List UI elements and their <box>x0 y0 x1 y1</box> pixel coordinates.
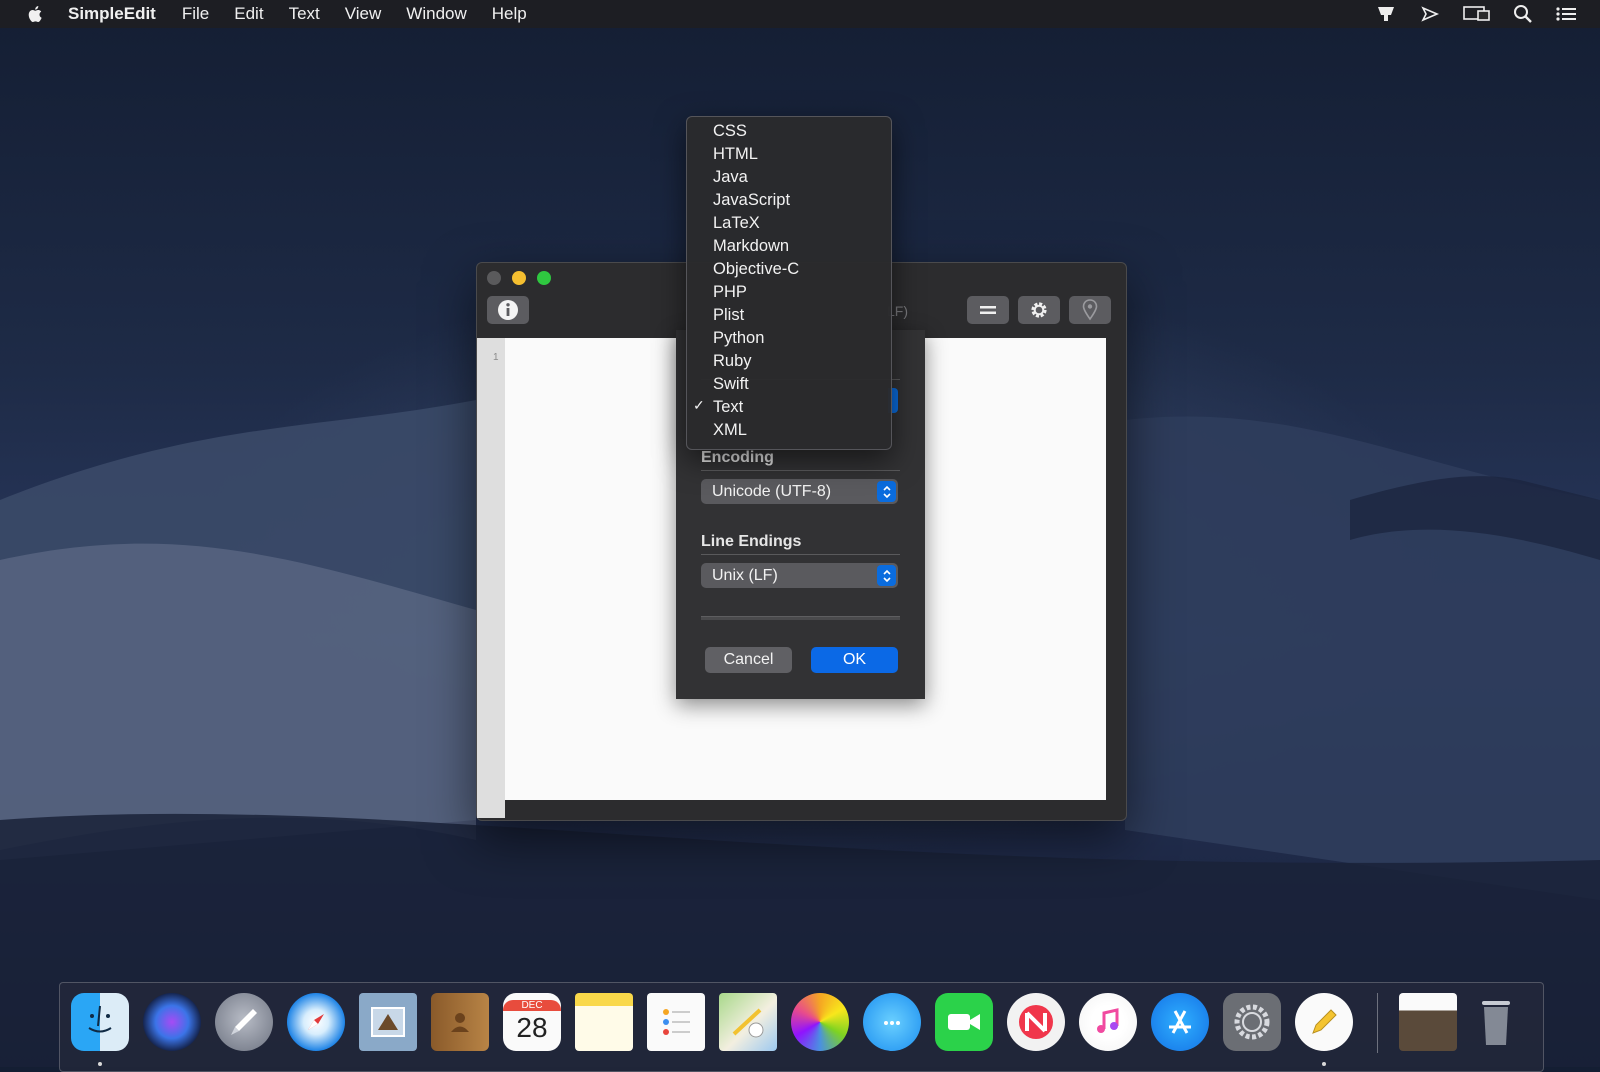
calendar-icon[interactable]: DEC 28 <box>503 993 561 1051</box>
app-menu[interactable]: SimpleEdit <box>68 4 156 24</box>
window-controls <box>487 271 551 285</box>
menu-item-objective-c[interactable]: Objective-C <box>713 258 799 280</box>
menu-item-javascript[interactable]: JavaScript <box>713 189 790 211</box>
itunes-icon[interactable] <box>1079 993 1137 1051</box>
ok-button[interactable]: OK <box>811 647 898 673</box>
contacts-icon[interactable] <box>431 993 489 1051</box>
menu-text[interactable]: Text <box>289 4 320 24</box>
zoom-button[interactable] <box>537 271 551 285</box>
menu-item-markdown[interactable]: Markdown <box>713 235 789 257</box>
menu-window[interactable]: Window <box>406 4 466 24</box>
messages-icon[interactable] <box>863 993 921 1051</box>
menu-view[interactable]: View <box>345 4 382 24</box>
apple-icon[interactable] <box>26 4 46 24</box>
menu-item-plist[interactable]: Plist <box>713 304 744 326</box>
menu-item-latex[interactable]: LaTeX <box>713 212 760 234</box>
menu-edit[interactable]: Edit <box>234 4 263 24</box>
separator <box>701 554 900 555</box>
popup-arrows-icon <box>877 565 896 586</box>
menu-item-text[interactable]: Text <box>713 396 743 418</box>
downloads-stack-icon[interactable] <box>1399 993 1457 1051</box>
menu-item-swift[interactable]: Swift <box>713 373 749 395</box>
facetime-icon[interactable] <box>935 993 993 1051</box>
gear-icon <box>1031 302 1047 318</box>
calendar-month: DEC <box>503 999 561 1011</box>
info-icon <box>498 300 518 320</box>
checkmark-icon: ✓ <box>693 397 705 413</box>
separator <box>701 616 900 620</box>
popup-arrows-icon <box>877 481 896 502</box>
search-icon[interactable] <box>1512 4 1534 24</box>
simpleedit-icon[interactable] <box>1295 993 1353 1051</box>
menu-help[interactable]: Help <box>492 4 527 24</box>
scroll-area <box>1106 338 1124 800</box>
encoding-popup[interactable]: Unicode (UTF-8) <box>701 479 898 504</box>
reminders-icon[interactable] <box>647 993 705 1051</box>
running-indicator <box>98 1062 102 1066</box>
status-menus <box>1374 4 1578 24</box>
map-pin-icon <box>1082 299 1098 321</box>
separator <box>701 470 900 471</box>
running-indicator <box>1322 1062 1326 1066</box>
airplay-display-icon[interactable] <box>1462 4 1492 24</box>
safari-icon[interactable] <box>287 993 345 1051</box>
menu-item-php[interactable]: PHP <box>713 281 747 303</box>
menu-item-java[interactable]: Java <box>713 166 748 188</box>
app-store-icon[interactable] <box>1151 993 1209 1051</box>
minimize-button[interactable] <box>512 271 526 285</box>
cancel-button[interactable]: Cancel <box>705 647 792 673</box>
siri-icon[interactable] <box>143 993 201 1051</box>
list-icon <box>980 306 996 314</box>
finder-icon[interactable] <box>71 993 129 1051</box>
menu-file[interactable]: File <box>182 4 209 24</box>
encoding-value: Unicode (UTF-8) <box>712 483 832 500</box>
line-endings-value: Unix (LF) <box>712 567 778 584</box>
dock-separator <box>1377 993 1378 1053</box>
notification-icon[interactable] <box>1374 4 1398 24</box>
photos-icon[interactable] <box>791 993 849 1051</box>
trash-icon[interactable] <box>1467 993 1525 1051</box>
news-icon[interactable] <box>1007 993 1065 1051</box>
settings-button[interactable] <box>1018 296 1060 324</box>
menu-item-css[interactable]: CSS <box>713 120 747 142</box>
menu-item-python[interactable]: Python <box>713 327 764 349</box>
line-endings-label: Line Endings <box>701 533 802 550</box>
notes-icon[interactable] <box>575 993 633 1051</box>
line-number: 1 <box>493 352 499 363</box>
syntax-dropdown-menu: CSS HTML Java JavaScript LaTeX Markdown … <box>686 116 892 450</box>
line-endings-popup[interactable]: Unix (LF) <box>701 563 898 588</box>
encoding-label: Encoding <box>701 449 774 466</box>
calendar-day: 28 <box>516 1011 548 1043</box>
menu-list-button[interactable] <box>967 296 1009 324</box>
notification-center-icon[interactable] <box>1554 4 1578 24</box>
launchpad-icon[interactable] <box>215 993 273 1051</box>
system-preferences-icon[interactable] <box>1223 993 1281 1051</box>
mail-icon[interactable] <box>359 993 417 1051</box>
maps-icon[interactable] <box>719 993 777 1051</box>
line-number-gutter: 1 <box>477 338 505 818</box>
menu-bar: SimpleEdit File Edit Text View Window He… <box>0 0 1600 28</box>
location-icon[interactable] <box>1418 4 1442 24</box>
menu-item-ruby[interactable]: Ruby <box>713 350 752 372</box>
close-button[interactable] <box>487 271 501 285</box>
menu-item-xml[interactable]: XML <box>713 419 747 441</box>
pin-button[interactable] <box>1069 296 1111 324</box>
info-button[interactable] <box>487 296 529 324</box>
dock: DEC 28 <box>59 982 1544 1072</box>
menu-item-html[interactable]: HTML <box>713 143 758 165</box>
